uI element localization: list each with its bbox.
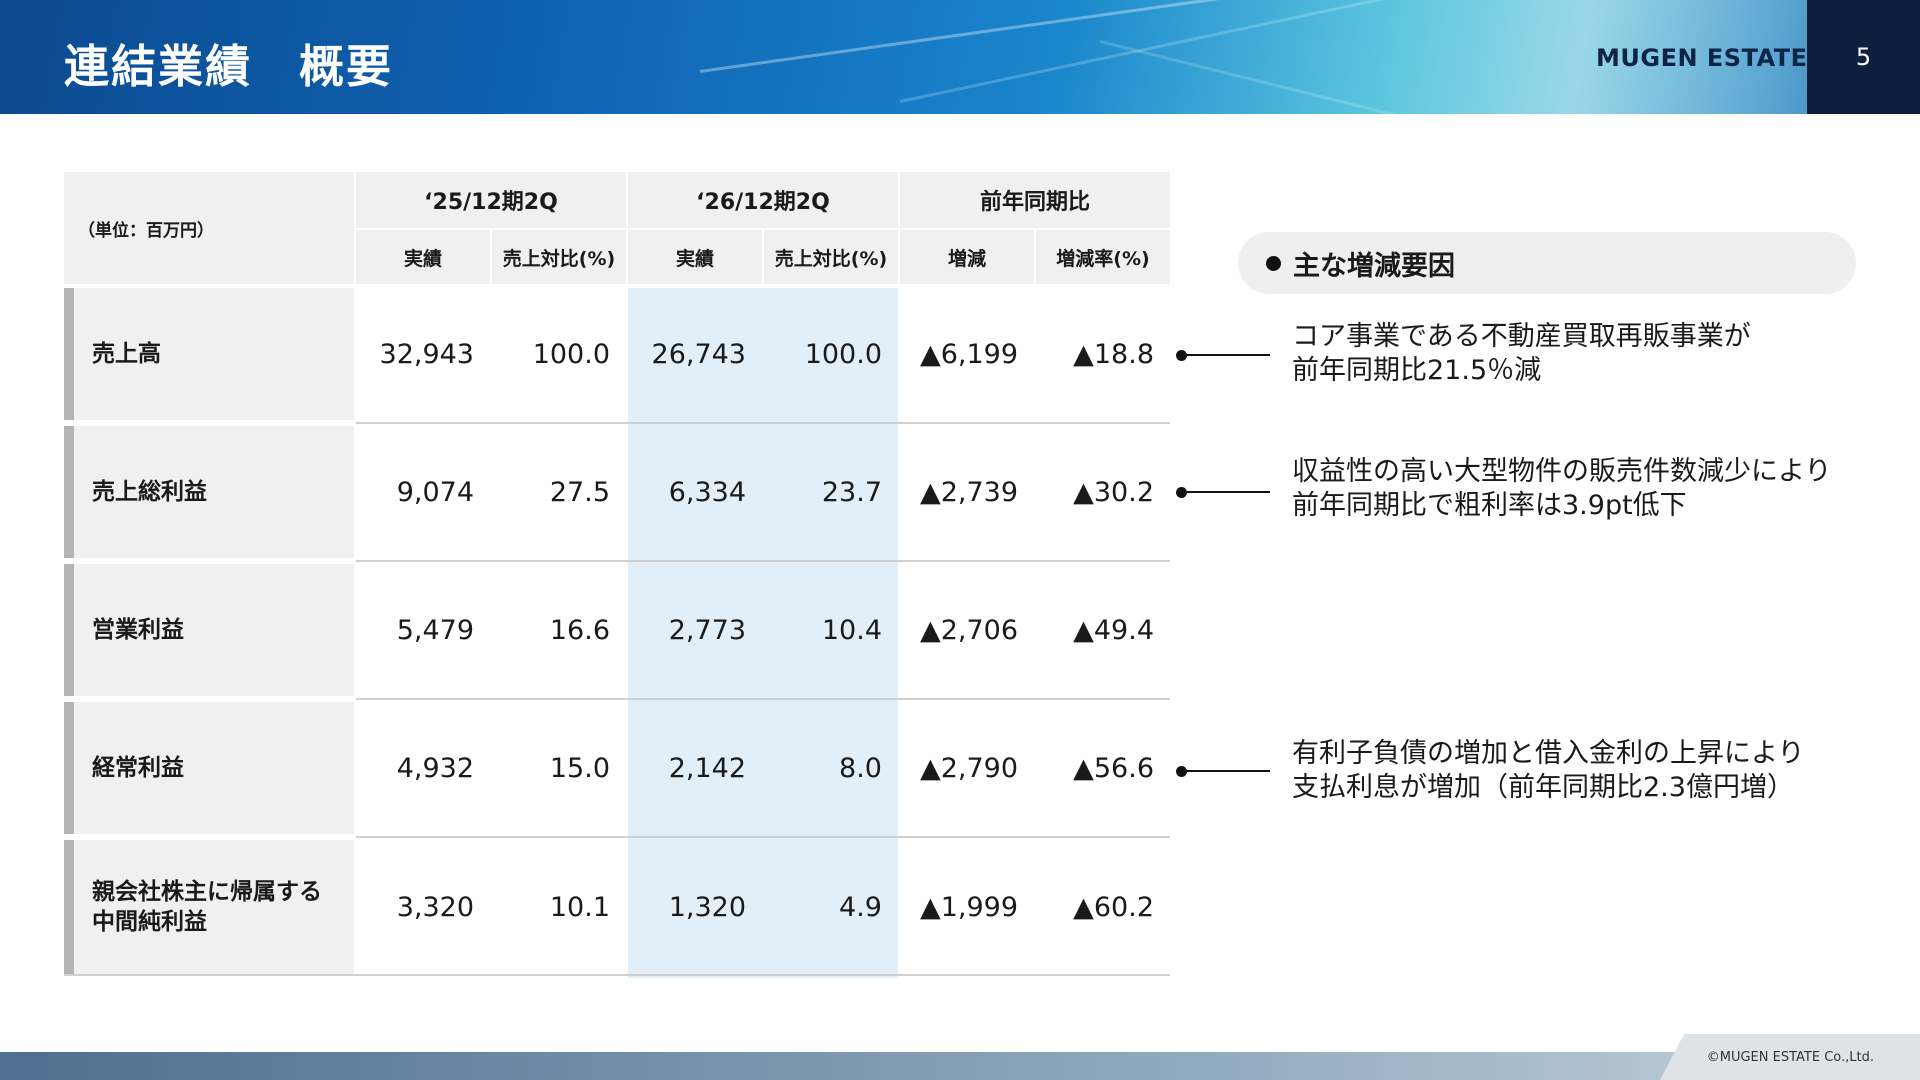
table-cell: 26,743	[651, 338, 746, 370]
table-cell: 15.0	[549, 752, 610, 784]
subheader-curr-actual: 実績	[628, 230, 762, 284]
group-header-curr: ‘26/12期2Q	[628, 172, 898, 228]
note-ordinary-profit: 有利子負債の増加と借入金利の上昇により 支払利息が増加（前年同期比2.3億円増）	[1292, 737, 1804, 805]
table-cell: 8.0	[839, 752, 882, 784]
decorative-streak	[899, 0, 1586, 103]
table-cell: 23.7	[821, 476, 882, 508]
subheader-curr-ratio: 売上対比(%)	[764, 230, 898, 284]
table-cell: ▲49.4	[1073, 614, 1154, 646]
table-bottom-border	[64, 974, 1170, 976]
company-logo: MUGEN ESTATE	[1596, 44, 1808, 72]
note-line: 前年同期比で粗利率は3.9pt低下	[1292, 490, 1687, 521]
table-cell: 2,773	[668, 614, 746, 646]
page-title: 連結業績 概要	[64, 40, 394, 93]
table-cell: ▲60.2	[1073, 891, 1154, 923]
decorative-streak	[699, 0, 1592, 73]
table-cell: ▲30.2	[1073, 476, 1154, 508]
row-divider	[356, 698, 1170, 700]
table-cell: 4,932	[396, 752, 474, 784]
row-divider	[356, 560, 1170, 562]
copyright-text: ©MUGEN ESTATE Co.,Ltd.	[1706, 1050, 1874, 1065]
subheader-prev-ratio: 売上対比(%)	[492, 230, 626, 284]
row-label-net-sales: 売上高	[64, 288, 354, 420]
table-cell: ▲1,999	[919, 891, 1018, 923]
table-cell: 100.0	[804, 338, 882, 370]
footer-bar	[0, 1052, 1920, 1080]
bullet-icon	[1266, 255, 1281, 271]
row-label-operating-profit: 営業利益	[64, 564, 354, 696]
table-cell: 27.5	[549, 476, 610, 508]
table-cell: 6,334	[668, 476, 746, 508]
table-cell: 10.1	[549, 891, 610, 923]
subheader-prev-actual: 実績	[356, 230, 490, 284]
note-gross-profit: 収益性の高い大型物件の販売件数減少により 前年同期比で粗利率は3.9pt低下	[1292, 455, 1831, 523]
table-cell: 3,320	[396, 891, 474, 923]
results-table: （単位：百万円） ‘25/12期2Q ‘26/12期2Q 前年同期比 実績 売上…	[64, 172, 1170, 978]
connector-net-sales	[1176, 348, 1270, 362]
group-header-prev: ‘25/12期2Q	[356, 172, 626, 228]
table-cell: 32,943	[379, 338, 474, 370]
table-cell: ▲2,790	[919, 752, 1018, 784]
table-cell: 1,320	[668, 891, 746, 923]
note-line: 有利子負債の増加と借入金利の上昇により	[1292, 738, 1805, 769]
table-cell: 4.9	[839, 891, 882, 923]
table-cell: 100.0	[532, 338, 610, 370]
note-line: 前年同期比21.5％減	[1292, 355, 1542, 386]
row-label-net-income: 親会社株主に帰属する 中間純利益	[64, 840, 354, 974]
table-cell: 9,074	[396, 476, 474, 508]
subheader-change-rate: 増減率(%)	[1036, 230, 1170, 284]
group-header-yoy: 前年同期比	[900, 172, 1170, 228]
note-line: 収益性の高い大型物件の販売件数減少により	[1292, 456, 1832, 487]
row-label-gross-profit: 売上総利益	[64, 426, 354, 558]
note-net-sales: コア事業である不動産買取再販事業が 前年同期比21.5％減	[1292, 320, 1751, 388]
table-cell: 2,142	[668, 752, 746, 784]
unit-label: （単位：百万円）	[64, 172, 354, 284]
note-line: コア事業である不動産買取再販事業が	[1292, 321, 1751, 352]
page-number: 5	[1807, 0, 1920, 114]
table-cell: ▲56.6	[1073, 752, 1154, 784]
connector-ordinary-profit	[1176, 764, 1270, 778]
note-line: 支払利息が増加（前年同期比2.3億円増）	[1292, 772, 1794, 803]
table-cell: ▲2,739	[919, 476, 1018, 508]
header-banner: 連結業績 概要 MUGEN ESTATE	[0, 0, 1920, 114]
subheader-change: 増減	[900, 230, 1034, 284]
table-cell: 5,479	[396, 614, 474, 646]
table-cell: ▲18.8	[1073, 338, 1154, 370]
row-divider	[356, 836, 1170, 838]
factors-heading-text: 主な増減要因	[1293, 250, 1455, 282]
table-cell: ▲2,706	[919, 614, 1018, 646]
table-cell: ▲6,199	[919, 338, 1018, 370]
table-cell: 16.6	[549, 614, 610, 646]
factors-heading: 主な増減要因	[1238, 232, 1856, 294]
connector-gross-profit	[1176, 485, 1270, 499]
row-label-ordinary-profit: 経常利益	[64, 702, 354, 834]
table-cell: 10.4	[821, 614, 882, 646]
row-divider	[356, 422, 1170, 424]
